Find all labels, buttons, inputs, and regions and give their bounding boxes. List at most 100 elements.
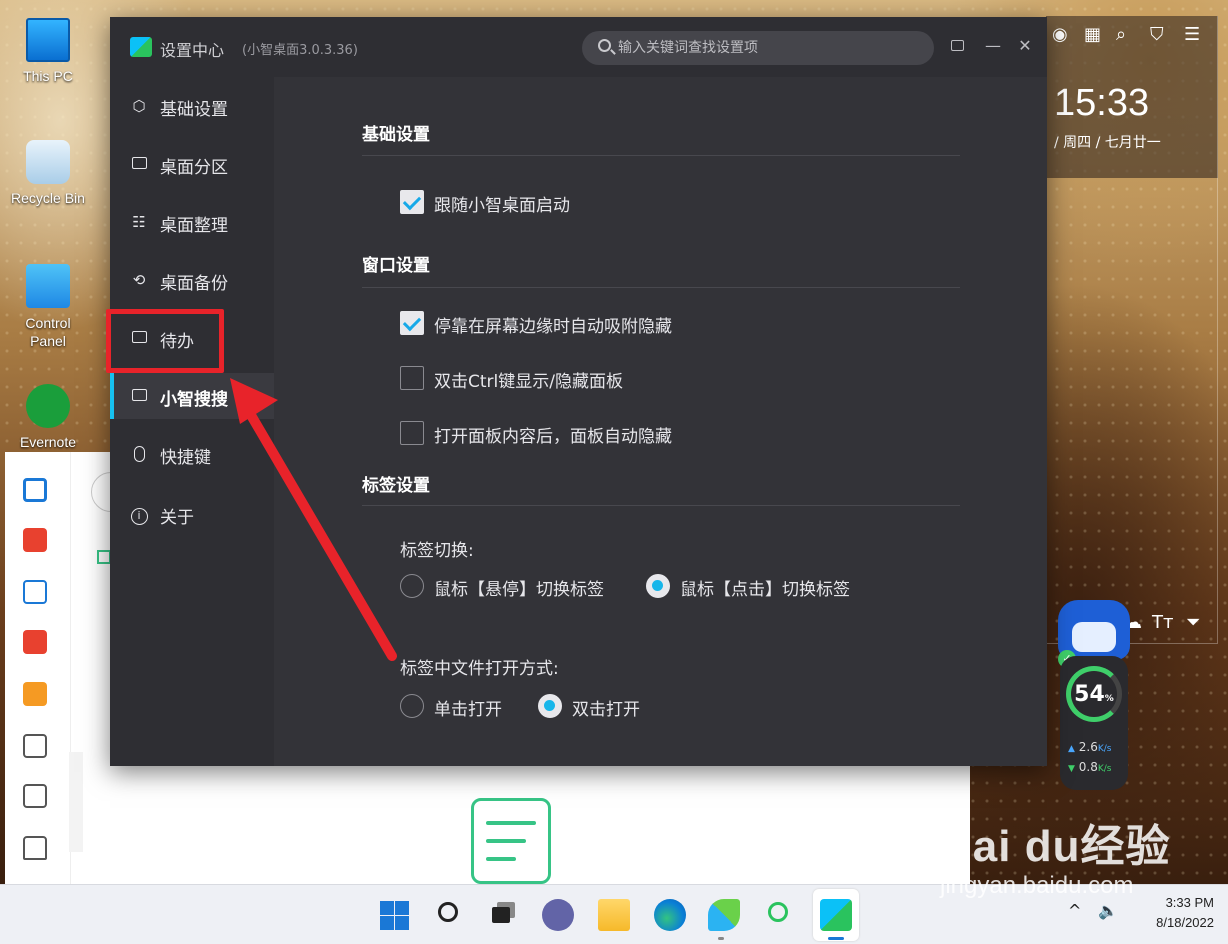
running-indicator [718, 937, 724, 940]
feedback-icon [950, 40, 964, 51]
clock-widget: ◉ ▦ ⌕ ⛉ ☰ 15:33 / 周四 / 七月廿一 [1046, 16, 1218, 178]
settings-sidebar: ⬡ 基础设置 桌面分区 ☷ 桌面整理 ⟲ 桌面备份 待办 小智搜搜 快捷键 i … [110, 77, 274, 766]
settings-content: 基础设置 跟随小智桌面启动 窗口设置 停靠在屏幕边缘时自动吸附隐藏 双击Ctrl… [274, 77, 1047, 766]
option-label: 停靠在屏幕边缘时自动吸附隐藏 [434, 317, 672, 337]
app-button-search-green[interactable] [764, 899, 796, 931]
text-size-icon[interactable]: Tт [1152, 612, 1173, 633]
desktop-icon-this-pc[interactable]: This PC [0, 18, 96, 84]
divider [362, 505, 960, 506]
app-button-butterfly[interactable] [708, 899, 740, 931]
active-indicator [110, 373, 114, 419]
watermark-url: jingyan.baidu.com [940, 872, 1134, 899]
desktop-icon-control-panel[interactable]: Control Panel [0, 264, 96, 350]
search-icon [438, 902, 458, 922]
widget-frame [1046, 178, 1218, 644]
search-icon [598, 39, 611, 52]
radio-button[interactable] [646, 574, 670, 598]
watermark-brand: Bai du经验 [940, 822, 1171, 871]
file-explorer-button[interactable] [598, 899, 630, 931]
pdf-icon[interactable] [23, 528, 47, 552]
desktop-icon-label: Control Panel [25, 315, 71, 349]
sidebar-item-xiaozhi-search[interactable]: 小智搜搜 [110, 373, 274, 419]
minimize-button[interactable]: — [982, 35, 1004, 57]
sidebar-item-label: 基础设置 [160, 100, 228, 120]
divider [362, 287, 960, 288]
evernote-icon [26, 384, 70, 428]
speed-widget[interactable]: ✓ 54% ▲ 2.6K/s ▼ 0.8K/s [1058, 600, 1130, 790]
sidebar-item-desktop-zone[interactable]: 桌面分区 [110, 141, 274, 187]
lock-icon[interactable] [23, 836, 47, 860]
chevron-up-icon[interactable]: ^ [1068, 901, 1081, 920]
desktop-icon-evernote[interactable]: Evernote [0, 384, 96, 450]
radio-label: 鼠标【悬停】切换标签 [434, 580, 604, 600]
section-title-basic: 基础设置 [362, 125, 430, 145]
checkbox[interactable] [400, 190, 424, 214]
upload-speed: ▲ 2.6K/s [1068, 740, 1112, 754]
memory-percent: 54% [1074, 682, 1114, 707]
system-date: 8/18/2022 [1156, 915, 1214, 930]
checkbox[interactable] [400, 421, 424, 445]
window-icon [130, 388, 148, 404]
edge-button[interactable] [654, 899, 686, 931]
search-input[interactable] [618, 37, 918, 59]
recycle-bin-icon [26, 140, 70, 184]
home-icon[interactable] [97, 550, 111, 564]
desktop-icon-recycle-bin[interactable]: Recycle Bin [0, 140, 96, 206]
settings-search[interactable] [582, 31, 934, 65]
close-button[interactable]: ✕ [1014, 35, 1036, 57]
start-button[interactable] [378, 899, 410, 931]
divider [362, 155, 960, 156]
gif-icon[interactable] [23, 630, 47, 654]
volume-icon[interactable]: 🔈 [1098, 901, 1118, 920]
app-logo-icon [130, 37, 152, 57]
clock-date: / 周四 / 七月廿一 [1054, 135, 1161, 151]
checkbox[interactable] [400, 311, 424, 335]
monitor-icon[interactable] [23, 734, 47, 758]
sidebar-item-about[interactable]: i 关于 [110, 491, 274, 537]
sidebar-item-label: 关于 [160, 508, 194, 528]
hexagon-icon: ⬡ [132, 97, 146, 115]
minimize-icon: — [985, 36, 1001, 55]
app-button-xiaozhi-desktop[interactable] [820, 899, 852, 931]
sidebar-item-desktop-backup[interactable]: ⟲ 桌面备份 [110, 257, 274, 303]
checkbox[interactable] [400, 366, 424, 390]
monitor-icon [130, 156, 148, 172]
screenshot-icon[interactable] [23, 478, 47, 502]
option-label: 打开面板内容后，面板自动隐藏 [434, 427, 672, 447]
teams-chat-button[interactable] [542, 899, 574, 931]
calculator-icon[interactable] [23, 784, 47, 808]
user-icon[interactable]: ◉ [1052, 24, 1068, 45]
sidebar-collapse-handle[interactable] [69, 752, 83, 852]
radio-label: 单击打开 [434, 700, 502, 720]
sidebar-item-desktop-organize[interactable]: ☷ 桌面整理 [110, 199, 274, 245]
sidebar-item-label: 小智搜搜 [160, 390, 228, 410]
sidebar-item-basic[interactable]: ⬡ 基础设置 [110, 83, 274, 129]
settings-window: 设置中心 (小智桌面3.0.3.36) — ✕ ⬡ 基础设置 桌面分区 ☷ 桌面… [110, 17, 1047, 766]
radio-button[interactable] [400, 574, 424, 598]
radio-label: 双击打开 [572, 700, 640, 720]
video-icon[interactable] [23, 682, 47, 706]
desktop-icon-label: This PC [23, 68, 73, 84]
sidebar-item-shortcuts[interactable]: 快捷键 [110, 431, 274, 477]
calendar-icon[interactable]: ▦ [1084, 24, 1101, 45]
tab-open-label: 标签中文件打开方式: [400, 659, 559, 679]
text-recognize-icon[interactable] [23, 580, 47, 604]
close-icon: ✕ [1018, 36, 1032, 55]
radio-button[interactable] [400, 694, 424, 718]
desktop-icon-label: Evernote [19, 434, 77, 450]
mouse-icon [130, 446, 148, 462]
option-label: 跟随小智桌面启动 [434, 196, 570, 216]
option-label: 双击Ctrl键显示/隐藏面板 [434, 372, 623, 392]
search-icon[interactable]: ⌕ [1116, 24, 1126, 45]
menu-icon[interactable]: ☰ [1184, 24, 1200, 45]
shirt-icon[interactable]: ⛉ [1150, 24, 1164, 45]
sidebar-item-label: 桌面分区 [160, 158, 228, 178]
task-view-button[interactable] [488, 899, 520, 931]
filter-icon[interactable]: ⏷ [1186, 612, 1200, 633]
radio-button[interactable] [538, 694, 562, 718]
taskbar-search-button[interactable] [434, 899, 466, 931]
title-bar[interactable]: 设置中心 (小智桌面3.0.3.36) — ✕ [110, 17, 1047, 77]
active-indicator [828, 937, 844, 940]
feedback-button[interactable] [946, 35, 968, 57]
monitor-icon [26, 18, 70, 62]
